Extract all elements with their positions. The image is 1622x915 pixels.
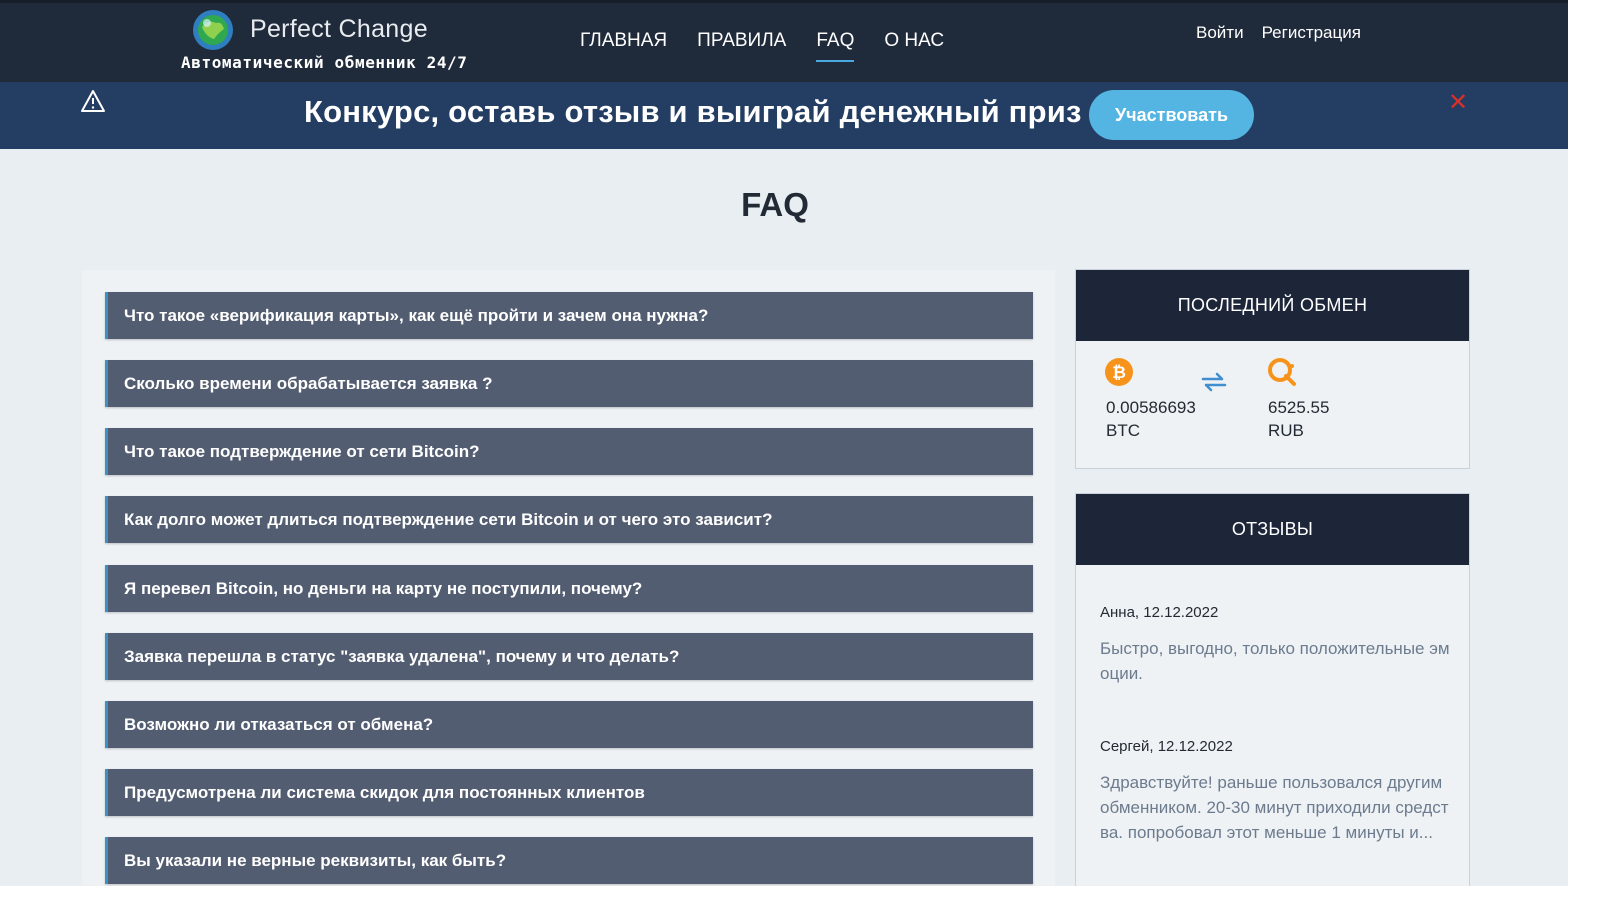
reviews-widget: ОТЗЫВЫ Анна, 12.12.2022 Быстро, выгодно,…: [1075, 493, 1470, 886]
svg-text:₿: ₿: [1112, 363, 1126, 383]
faq-item[interactable]: Заявка перешла в статус "заявка удалена"…: [105, 633, 1033, 680]
to-currency: RUB: [1268, 421, 1304, 440]
faq-item[interactable]: Вы указали не верные реквизиты, как быть…: [105, 837, 1033, 884]
brand-tagline: Автоматический обменник 24/7: [181, 53, 468, 72]
to-amount: 6525.55: [1268, 398, 1330, 417]
faq-item[interactable]: Как долго может длиться подтверждение се…: [105, 496, 1033, 543]
banner-text: Конкурс, оставь отзыв и выиграй денежный…: [304, 94, 1082, 129]
last-exchange-title: ПОСЛЕДНИЙ ОБМЕН: [1076, 270, 1469, 341]
register-link[interactable]: Регистрация: [1262, 23, 1361, 43]
auth-links: Войти Регистрация: [1196, 23, 1361, 43]
warning-icon: [81, 90, 105, 112]
faq-item[interactable]: Что такое подтверждение от сети Bitcoin?: [105, 428, 1033, 475]
faq-item[interactable]: Сколько времени обрабатывается заявка ?: [105, 360, 1033, 407]
reviews-title: ОТЗЫВЫ: [1076, 494, 1469, 565]
faq-item[interactable]: Что такое «верификация карты», как ещё п…: [105, 292, 1033, 339]
faq-item[interactable]: Я перевел Bitcoin, но деньги на карту не…: [105, 565, 1033, 612]
brand-name[interactable]: Perfect Change: [250, 15, 428, 44]
swap-arrows-icon: [1201, 372, 1227, 392]
bitcoin-icon: ₿: [1105, 358, 1133, 386]
page: Perfect Change Автоматический обменник 2…: [0, 0, 1568, 886]
nav-item-faq[interactable]: FAQ: [816, 30, 855, 62]
faq-item[interactable]: Предусмотрена ли система скидок для пост…: [105, 769, 1033, 816]
nav-item-home[interactable]: ГЛАВНАЯ: [580, 30, 667, 60]
last-exchange-widget: ПОСЛЕДНИЙ ОБМЕН ₿ 0.00586693 BTC 6525.55…: [1075, 269, 1470, 469]
participate-button[interactable]: Участвовать: [1089, 90, 1254, 140]
site-header: Perfect Change Автоматический обменник 2…: [0, 0, 1568, 82]
review-text: Здравствуйте! раньше пользовался другим …: [1100, 773, 1449, 842]
from-currency: BTC: [1106, 421, 1140, 440]
review-author: Сергей, 12.12.2022: [1100, 738, 1233, 755]
globe-logo-icon[interactable]: [192, 9, 234, 51]
review-text: Быстро, выгодно, только положительные эм…: [1100, 639, 1450, 683]
page-title: FAQ: [741, 186, 809, 223]
nav-item-about[interactable]: О НАС: [884, 30, 944, 60]
review-author: Анна, 12.12.2022: [1100, 604, 1219, 621]
close-icon[interactable]: ✕: [1448, 91, 1468, 115]
from-amount: 0.00586693: [1106, 398, 1196, 417]
qiwi-icon: [1268, 358, 1296, 386]
faq-item[interactable]: Возможно ли отказаться от обмена?: [105, 701, 1033, 748]
main-nav: ГЛАВНАЯ ПРАВИЛА FAQ О НАС: [580, 30, 944, 62]
login-link[interactable]: Войти: [1196, 23, 1244, 43]
nav-item-rules[interactable]: ПРАВИЛА: [697, 30, 786, 60]
contest-banner: Конкурс, оставь отзыв и выиграй денежный…: [0, 82, 1568, 149]
